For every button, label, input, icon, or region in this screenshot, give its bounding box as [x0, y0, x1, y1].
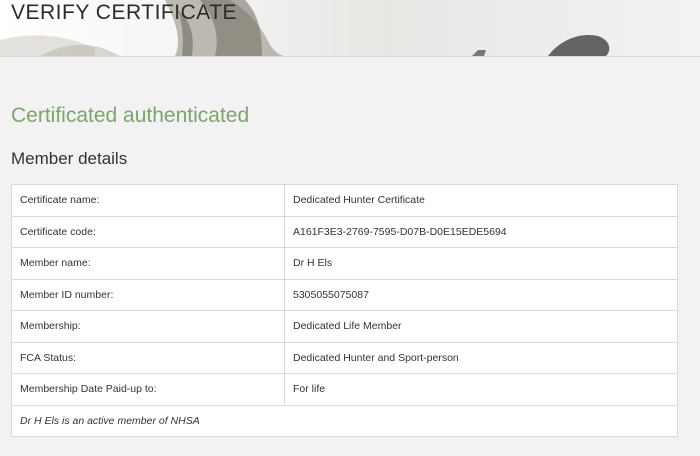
verification-status-heading: Certificated authenticated — [11, 104, 250, 127]
table-row: Membership: Dedicated Life Member — [11, 310, 678, 343]
member-id-value: 5305055075087 — [284, 278, 678, 311]
fca-status-value: Dedicated Hunter and Sport-person — [284, 341, 678, 374]
membership-label: Membership: — [11, 310, 285, 343]
table-row: Dr H Els is an active member of NHSA — [11, 404, 678, 437]
member-details-table: Certificate name: Dedicated Hunter Certi… — [11, 184, 678, 437]
fca-status-label: FCA Status: — [11, 341, 285, 374]
table-row: Certificate name: Dedicated Hunter Certi… — [11, 184, 678, 217]
member-id-label: Member ID number: — [11, 278, 285, 311]
page-header-banner: VERIFY CERTIFICATE — [0, 0, 700, 57]
table-row: Membership Date Paid-up to: For life — [11, 373, 678, 406]
membership-value: Dedicated Life Member — [284, 310, 678, 343]
certificate-code-value: A161F3E3-2769-7595-D07B-D0E15EDE5694 — [284, 215, 678, 248]
table-row: Member ID number: 5305055075087 — [11, 278, 678, 311]
page-title: VERIFY CERTIFICATE — [11, 1, 238, 24]
table-row: Certificate code: A161F3E3-2769-7595-D07… — [11, 215, 678, 248]
table-row: FCA Status: Dedicated Hunter and Sport-p… — [11, 341, 678, 374]
member-name-label: Member name: — [11, 247, 285, 280]
certificate-code-label: Certificate code: — [11, 215, 285, 248]
paid-up-date-value: For life — [284, 373, 678, 406]
table-row: Member name: Dr H Els — [11, 247, 678, 280]
active-member-note: Dr H Els is an active member of NHSA — [11, 404, 678, 437]
paid-up-date-label: Membership Date Paid-up to: — [11, 373, 285, 406]
certificate-name-value: Dedicated Hunter Certificate — [284, 184, 678, 217]
member-details-heading: Member details — [11, 149, 128, 168]
member-name-value: Dr H Els — [284, 247, 678, 280]
certificate-name-label: Certificate name: — [11, 184, 285, 217]
